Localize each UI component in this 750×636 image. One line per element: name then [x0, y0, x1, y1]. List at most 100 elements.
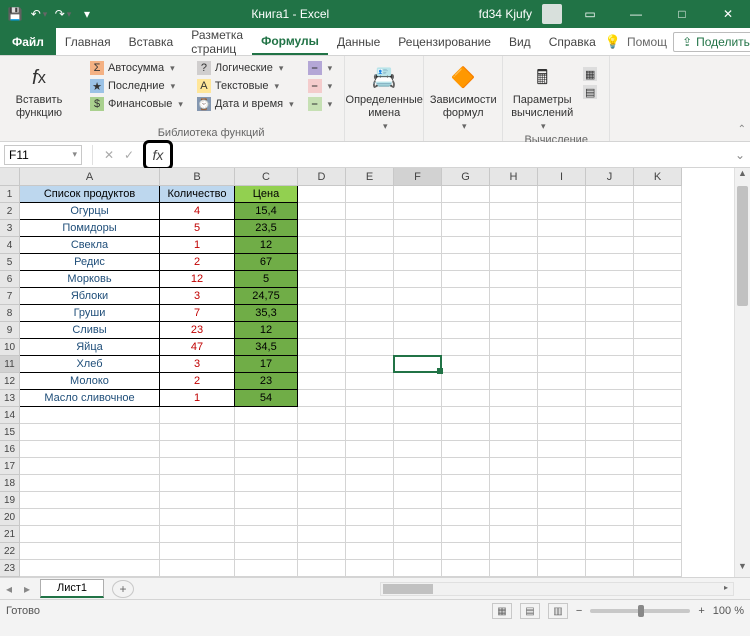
view-page-layout-icon[interactable]: ▤: [520, 603, 540, 619]
cell[interactable]: Яйца: [20, 339, 160, 356]
row-header[interactable]: 3: [0, 220, 20, 237]
tab-формулы[interactable]: Формулы: [252, 28, 328, 55]
cell[interactable]: [586, 186, 634, 203]
tab-file[interactable]: Файл: [0, 28, 56, 55]
cell[interactable]: [160, 492, 235, 509]
col-header-D[interactable]: D: [298, 168, 346, 186]
select-all-corner[interactable]: [0, 168, 20, 186]
col-header-I[interactable]: I: [538, 168, 586, 186]
cell[interactable]: [298, 424, 346, 441]
cell[interactable]: [235, 424, 298, 441]
cell[interactable]: 12: [235, 322, 298, 339]
cell[interactable]: 15,4: [235, 203, 298, 220]
cell[interactable]: [235, 458, 298, 475]
formula-input[interactable]: [179, 145, 734, 165]
text-button[interactable]: AТекстовые: [193, 78, 298, 94]
cell[interactable]: 2: [160, 373, 235, 390]
cell[interactable]: [538, 220, 586, 237]
cell[interactable]: [586, 458, 634, 475]
cell[interactable]: [298, 441, 346, 458]
cell[interactable]: [586, 373, 634, 390]
cell[interactable]: [442, 254, 490, 271]
cell[interactable]: [346, 492, 394, 509]
cell[interactable]: Сливы: [20, 322, 160, 339]
cell[interactable]: [538, 441, 586, 458]
cell[interactable]: 54: [235, 390, 298, 407]
col-header-F[interactable]: F: [394, 168, 442, 186]
cell[interactable]: 34,5: [235, 339, 298, 356]
cell[interactable]: [634, 305, 682, 322]
cell[interactable]: [442, 356, 490, 373]
cell[interactable]: [490, 475, 538, 492]
col-header-K[interactable]: K: [634, 168, 682, 186]
cell[interactable]: 23,5: [235, 220, 298, 237]
cell[interactable]: [346, 237, 394, 254]
cell[interactable]: [442, 339, 490, 356]
cell[interactable]: [394, 560, 442, 577]
cell[interactable]: [538, 305, 586, 322]
undo-icon[interactable]: ↶: [30, 5, 48, 23]
help-label[interactable]: Помощ: [627, 35, 667, 49]
cell[interactable]: [490, 424, 538, 441]
cell[interactable]: [235, 509, 298, 526]
lookup-button[interactable]: ⎯: [304, 60, 337, 76]
ribbon-display-icon[interactable]: ▭: [572, 0, 608, 28]
cell[interactable]: [298, 526, 346, 543]
cell[interactable]: [586, 543, 634, 560]
more-fn-button[interactable]: ⎯: [304, 96, 337, 112]
cell[interactable]: [346, 543, 394, 560]
share-button[interactable]: ⇪ Поделиться: [673, 32, 750, 52]
cell[interactable]: [20, 492, 160, 509]
cell[interactable]: 24,75: [235, 288, 298, 305]
row-header[interactable]: 5: [0, 254, 20, 271]
cell[interactable]: [394, 424, 442, 441]
cancel-formula-icon[interactable]: ✕: [99, 148, 119, 162]
cell[interactable]: Масло сливочное: [20, 390, 160, 407]
cell[interactable]: [442, 373, 490, 390]
cell[interactable]: [634, 492, 682, 509]
row-header[interactable]: 20: [0, 509, 20, 526]
cell[interactable]: [298, 186, 346, 203]
row-header[interactable]: 1: [0, 186, 20, 203]
cell[interactable]: [235, 526, 298, 543]
math-button[interactable]: ⎯: [304, 78, 337, 94]
cell[interactable]: 3: [160, 356, 235, 373]
view-normal-icon[interactable]: ▦: [492, 603, 512, 619]
cell[interactable]: [20, 509, 160, 526]
tab-рецензирование[interactable]: Рецензирование: [389, 28, 500, 55]
cell[interactable]: [538, 424, 586, 441]
cell[interactable]: [538, 560, 586, 577]
cell[interactable]: [634, 186, 682, 203]
cell[interactable]: [490, 339, 538, 356]
cell[interactable]: [346, 186, 394, 203]
cell[interactable]: [235, 543, 298, 560]
sheet-tab[interactable]: Лист1: [40, 579, 104, 598]
cell[interactable]: [298, 305, 346, 322]
cell[interactable]: [346, 339, 394, 356]
cell[interactable]: [634, 356, 682, 373]
tell-me-icon[interactable]: 💡: [605, 34, 621, 50]
cell[interactable]: [394, 288, 442, 305]
cell[interactable]: [160, 424, 235, 441]
cell[interactable]: [235, 492, 298, 509]
cell[interactable]: [394, 356, 442, 373]
row-header[interactable]: 22: [0, 543, 20, 560]
cell[interactable]: [634, 271, 682, 288]
save-icon[interactable]: 💾: [6, 5, 24, 23]
cell[interactable]: [235, 560, 298, 577]
minimize-icon[interactable]: —: [618, 0, 654, 28]
cell[interactable]: [586, 288, 634, 305]
cell[interactable]: [634, 322, 682, 339]
row-header[interactable]: 13: [0, 390, 20, 407]
row-header[interactable]: 18: [0, 475, 20, 492]
row-header[interactable]: 12: [0, 373, 20, 390]
col-header-B[interactable]: B: [160, 168, 235, 186]
cell[interactable]: [634, 254, 682, 271]
cell[interactable]: [634, 237, 682, 254]
row-header[interactable]: 14: [0, 407, 20, 424]
cell[interactable]: [298, 543, 346, 560]
datetime-button[interactable]: ⌚Дата и время: [193, 96, 298, 112]
cell[interactable]: [298, 356, 346, 373]
col-header-J[interactable]: J: [586, 168, 634, 186]
cell[interactable]: [634, 475, 682, 492]
